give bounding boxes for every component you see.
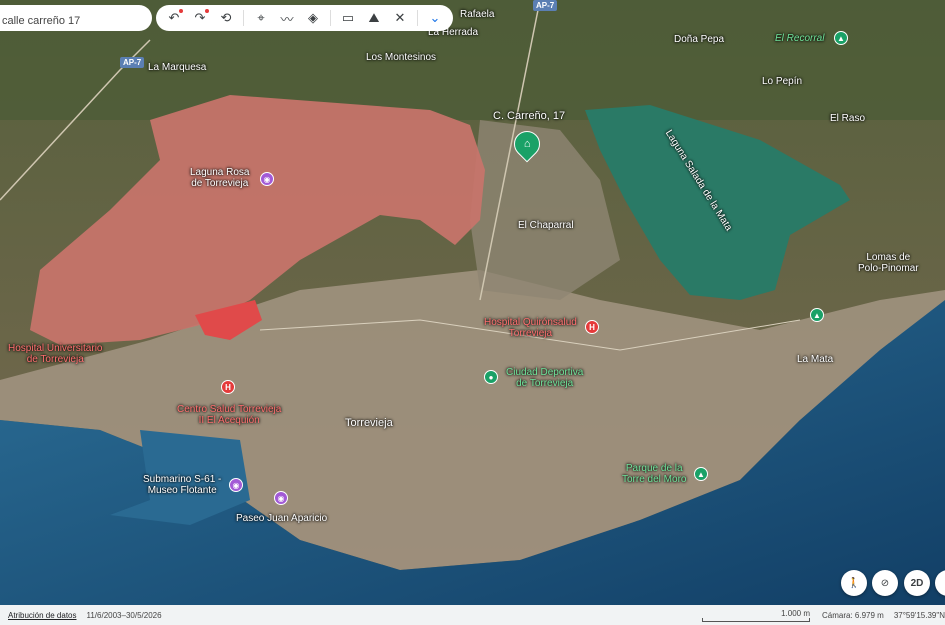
- ap7-road-label: AP-7: [120, 57, 145, 68]
- poi-label[interactable]: Paseo Juan Aparicio: [236, 513, 327, 524]
- camera-altitude: Cámara: 6.979 m: [822, 610, 884, 620]
- top-toolbar: ↶ ↷ ⟲ ⌖ 〰 ◈ ▭ ⛰ ✕ ⌄: [0, 5, 462, 31]
- poi-label[interactable]: Ciudad Deportiva de Torrevieja: [506, 367, 583, 389]
- place-label[interactable]: El Raso: [830, 113, 865, 124]
- redo-button[interactable]: ↷: [188, 7, 212, 29]
- street-view-button[interactable]: 🚶: [841, 570, 867, 596]
- coordinates: 37°59'15.39"N: [893, 610, 945, 620]
- map-viewer: AP-7 AP-7 La Marquesa La Herrada Rafaela…: [0, 0, 945, 625]
- divider: [417, 10, 418, 26]
- path-button[interactable]: 〰: [275, 7, 299, 29]
- place-label[interactable]: El Chaparral: [518, 220, 574, 231]
- undo-button[interactable]: ↶: [162, 7, 186, 29]
- tools-icon: ✕: [394, 10, 406, 25]
- place-label[interactable]: Rafaela: [460, 9, 494, 20]
- imagery-dates: 11/6/2003–30/5/2026: [86, 610, 162, 620]
- poi-label[interactable]: Parque de la Torre del Moro: [622, 463, 686, 485]
- history-button[interactable]: ⟲: [214, 7, 238, 29]
- park-icon[interactable]: ▲: [694, 467, 708, 481]
- scale-label: 1.000 m: [781, 608, 811, 618]
- tools-button[interactable]: ✕: [388, 7, 412, 29]
- status-bar: Atribución de datos 11/6/2003–30/5/2026 …: [0, 605, 945, 625]
- mode-2d-button[interactable]: 2D: [904, 570, 930, 596]
- divider: [243, 10, 244, 26]
- place-label[interactable]: Laguna Rosa de Torrevieja: [190, 167, 250, 189]
- poi-label[interactable]: Hospital Universitario de Torrevieja: [8, 343, 102, 365]
- city-label[interactable]: Torrevieja: [345, 418, 393, 429]
- path-icon: 〰: [280, 11, 294, 27]
- place-label[interactable]: La Mata: [797, 354, 833, 365]
- pin-icon: ⌖: [257, 10, 265, 25]
- search-input[interactable]: [0, 5, 152, 31]
- place-label[interactable]: La Marquesa: [148, 62, 206, 73]
- history-icon: ⟲: [220, 10, 232, 25]
- redo-icon: ↷: [194, 10, 206, 25]
- place-label[interactable]: Lomas de Polo-Pinomar: [858, 252, 919, 274]
- poi-label[interactable]: Centro Salud Torrevieja II El Acequión: [177, 404, 281, 426]
- place-label[interactable]: Lo Pepín: [762, 76, 802, 87]
- place-label[interactable]: Doña Pepa: [674, 34, 724, 45]
- placemark-button[interactable]: ⌖: [249, 7, 273, 29]
- layers-icon: ◈: [308, 10, 318, 25]
- camera-icon[interactable]: ◉: [229, 478, 243, 492]
- poi-label[interactable]: Hospital Quirónsalud Torrevieja: [484, 317, 577, 339]
- poi-label[interactable]: Submarino S-61 - Museo Flotante: [143, 474, 221, 496]
- image-button[interactable]: ⛰: [362, 7, 386, 29]
- compass-button[interactable]: ⊘: [872, 570, 898, 596]
- divider: [330, 10, 331, 26]
- place-label[interactable]: Los Montesinos: [366, 52, 436, 63]
- ruler-icon: ▭: [341, 10, 355, 25]
- hospital-icon[interactable]: H: [585, 320, 599, 334]
- attribution-link[interactable]: Atribución de datos: [8, 611, 77, 620]
- chevron-down-icon: ⌄: [429, 10, 441, 25]
- measure-button[interactable]: ▭: [336, 7, 360, 29]
- ap7-road-label: AP-7: [533, 0, 558, 11]
- compass-icon: ⊘: [880, 577, 890, 589]
- tool-group: ↶ ↷ ⟲ ⌖ 〰 ◈ ▭ ⛰ ✕ ⌄: [156, 5, 453, 31]
- scale-line: [702, 617, 811, 622]
- more-button[interactable]: ⌄: [423, 7, 447, 29]
- park-icon[interactable]: ▲: [810, 308, 824, 322]
- satellite-map[interactable]: [0, 0, 945, 605]
- park-icon[interactable]: ▲: [834, 31, 848, 45]
- address-label[interactable]: C. Carreño, 17: [493, 111, 565, 122]
- image-icon: ⛰: [368, 10, 380, 25]
- scale-bar: 1.000 m: [700, 608, 811, 622]
- camera-icon[interactable]: ◉: [274, 491, 288, 505]
- hospital-icon[interactable]: H: [221, 380, 235, 394]
- place-label[interactable]: El Recorral: [775, 33, 824, 44]
- undo-icon: ↶: [168, 10, 180, 25]
- sports-icon[interactable]: ●: [484, 370, 498, 384]
- pegman-icon: 🚶: [847, 577, 861, 589]
- camera-icon[interactable]: ◉: [260, 172, 274, 186]
- layers-button[interactable]: ◈: [301, 7, 325, 29]
